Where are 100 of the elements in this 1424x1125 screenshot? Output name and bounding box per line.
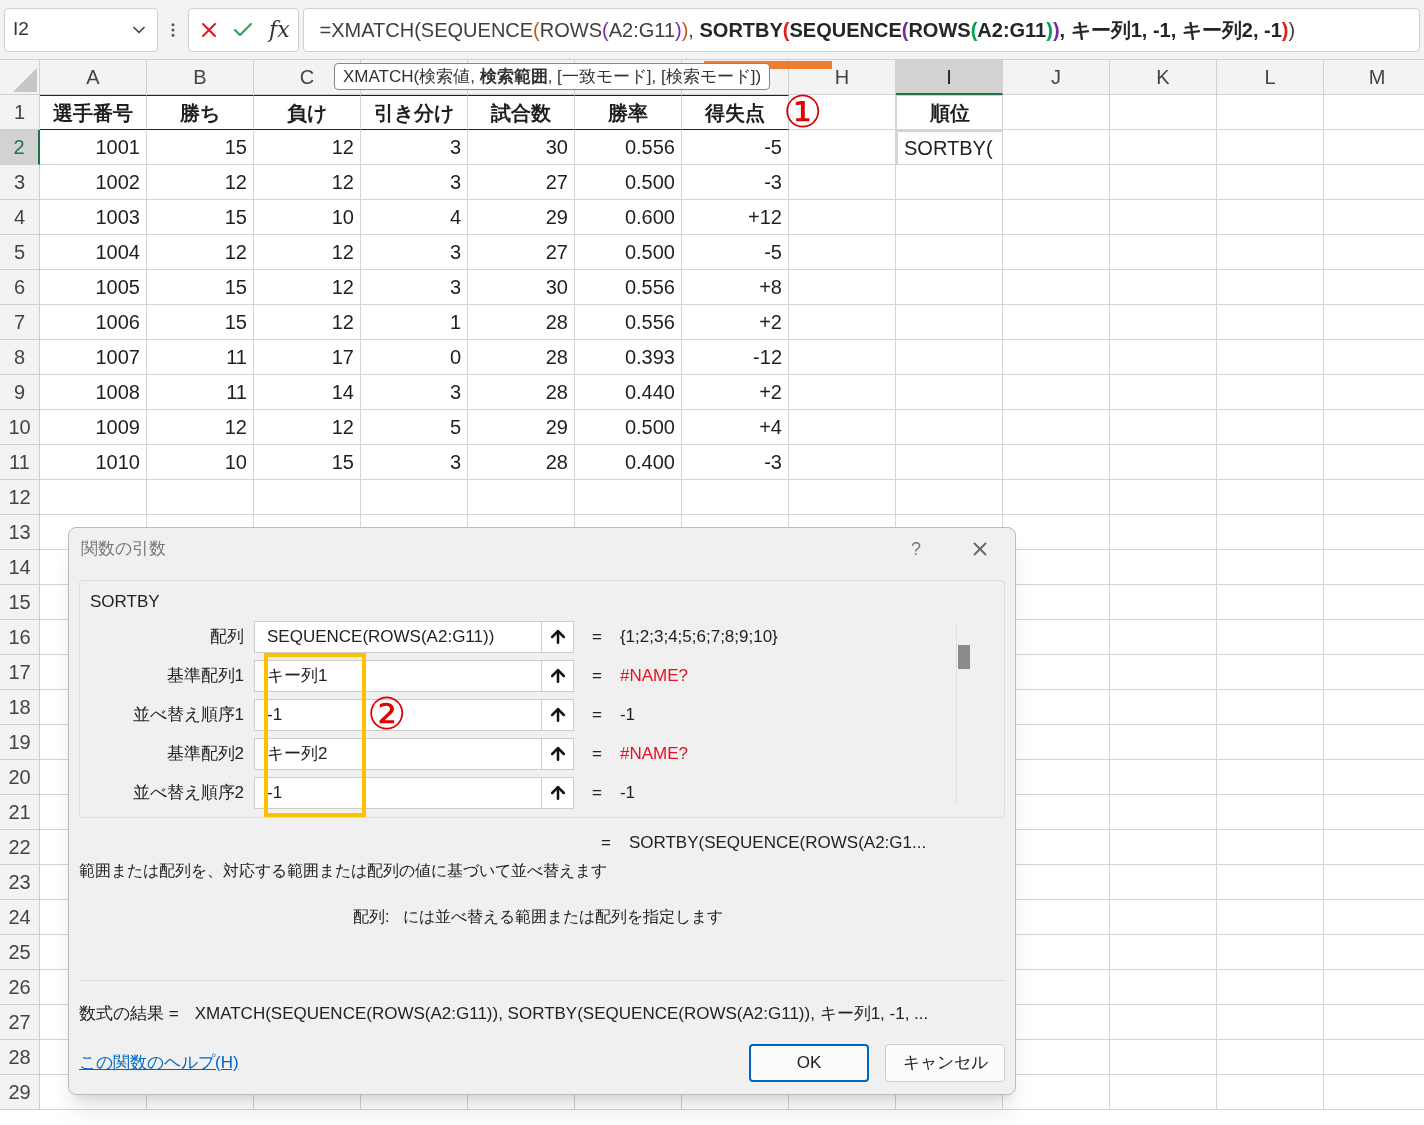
help-button[interactable]: ? [911,535,921,563]
insert-function-button[interactable]: fx [269,13,290,46]
empty-cell[interactable] [789,480,896,515]
row-header[interactable]: 25 [0,935,40,970]
empty-cell[interactable] [1217,270,1324,305]
row-header[interactable]: 22 [0,830,40,865]
row-header[interactable]: 23 [0,865,40,900]
empty-cell[interactable] [361,480,468,515]
empty-cell[interactable] [1217,340,1324,375]
empty-cell[interactable] [1003,130,1110,165]
row-header[interactable]: 1 [0,95,40,130]
empty-cell[interactable] [1003,305,1110,340]
empty-cell[interactable] [1217,655,1324,690]
empty-cell[interactable] [1110,970,1217,1005]
empty-cell[interactable] [789,445,896,480]
empty-cell[interactable] [896,235,1003,270]
empty-cell[interactable] [789,200,896,235]
empty-cell[interactable] [1110,550,1217,585]
row-header[interactable]: 2 [0,130,40,165]
row-header[interactable]: 11 [0,445,40,480]
help-link[interactable]: この関数のヘルプ(H) [79,1050,239,1076]
empty-cell[interactable] [1110,445,1217,480]
empty-cell[interactable] [468,480,575,515]
empty-cell[interactable] [1217,235,1324,270]
row-header[interactable]: 6 [0,270,40,305]
row-header[interactable]: 27 [0,1005,40,1040]
row-header[interactable]: 24 [0,900,40,935]
empty-cell[interactable] [1110,130,1217,165]
empty-cell[interactable] [896,375,1003,410]
empty-cell[interactable] [1110,935,1217,970]
empty-cell[interactable] [1110,690,1217,725]
row-header[interactable]: 29 [0,1075,40,1110]
empty-cell[interactable] [1003,95,1110,130]
empty-cell[interactable] [1217,410,1324,445]
empty-cell[interactable] [1217,480,1324,515]
empty-cell[interactable] [789,165,896,200]
empty-cell[interactable] [1003,375,1110,410]
row-header[interactable]: 10 [0,410,40,445]
empty-cell[interactable] [1217,935,1324,970]
empty-cell[interactable] [1217,305,1324,340]
row-header[interactable]: 13 [0,515,40,550]
argument-field[interactable]: SEQUENCE(ROWS(A2:G11)) [254,620,574,653]
ok-button[interactable]: OK [749,1044,869,1082]
argument-field[interactable]: -1 ② [254,698,574,731]
name-box[interactable]: I2 [4,7,158,52]
empty-cell[interactable] [682,480,789,515]
empty-cell[interactable] [254,480,361,515]
empty-cell[interactable] [1217,165,1324,200]
empty-cell[interactable] [1110,375,1217,410]
empty-cell[interactable] [1110,340,1217,375]
empty-cell[interactable] [896,410,1003,445]
empty-cell[interactable] [1110,620,1217,655]
empty-cell[interactable] [1217,795,1324,830]
row-header[interactable]: 3 [0,165,40,200]
empty-cell[interactable] [1110,725,1217,760]
empty-cell[interactable] [896,305,1003,340]
empty-cell[interactable] [789,235,896,270]
empty-cell[interactable] [1217,1075,1324,1110]
empty-cell[interactable] [1110,655,1217,690]
row-header[interactable]: 7 [0,305,40,340]
empty-cell[interactable] [1003,165,1110,200]
scrollbar[interactable] [956,624,970,805]
column-header[interactable]: I [896,60,1003,95]
empty-cell[interactable] [1110,1040,1217,1075]
empty-cell[interactable] [1110,585,1217,620]
empty-cell[interactable] [1110,165,1217,200]
row-header[interactable]: 26 [0,970,40,1005]
empty-cell[interactable] [1003,200,1110,235]
empty-cell[interactable] [1110,410,1217,445]
empty-cell[interactable] [789,130,896,165]
empty-cell[interactable] [1110,235,1217,270]
empty-cell[interactable] [1217,865,1324,900]
argument-field[interactable]: キー列2 [254,737,574,770]
empty-cell[interactable] [1217,375,1324,410]
empty-cell[interactable] [1110,795,1217,830]
row-header[interactable]: 12 [0,480,40,515]
empty-cell[interactable] [1217,515,1324,550]
empty-cell[interactable] [1217,130,1324,165]
empty-cell[interactable] [1217,690,1324,725]
empty-cell[interactable] [1110,480,1217,515]
empty-cell[interactable] [896,165,1003,200]
empty-cell[interactable] [789,410,896,445]
empty-cell[interactable] [1110,200,1217,235]
empty-cell[interactable] [896,270,1003,305]
row-header[interactable]: 4 [0,200,40,235]
column-header[interactable]: K [1110,60,1217,95]
empty-cell[interactable] [1003,410,1110,445]
empty-cell[interactable] [1217,760,1324,795]
empty-cell[interactable] [1110,830,1217,865]
empty-cell[interactable] [896,480,1003,515]
empty-cell[interactable] [1217,95,1324,130]
empty-cell[interactable] [1217,830,1324,865]
row-header[interactable]: 16 [0,620,40,655]
empty-cell[interactable] [147,480,254,515]
empty-cell[interactable] [1217,970,1324,1005]
empty-cell[interactable] [1217,620,1324,655]
empty-cell[interactable] [1217,550,1324,585]
empty-cell[interactable] [575,480,682,515]
empty-cell[interactable] [1217,585,1324,620]
column-header[interactable]: A [40,60,147,95]
